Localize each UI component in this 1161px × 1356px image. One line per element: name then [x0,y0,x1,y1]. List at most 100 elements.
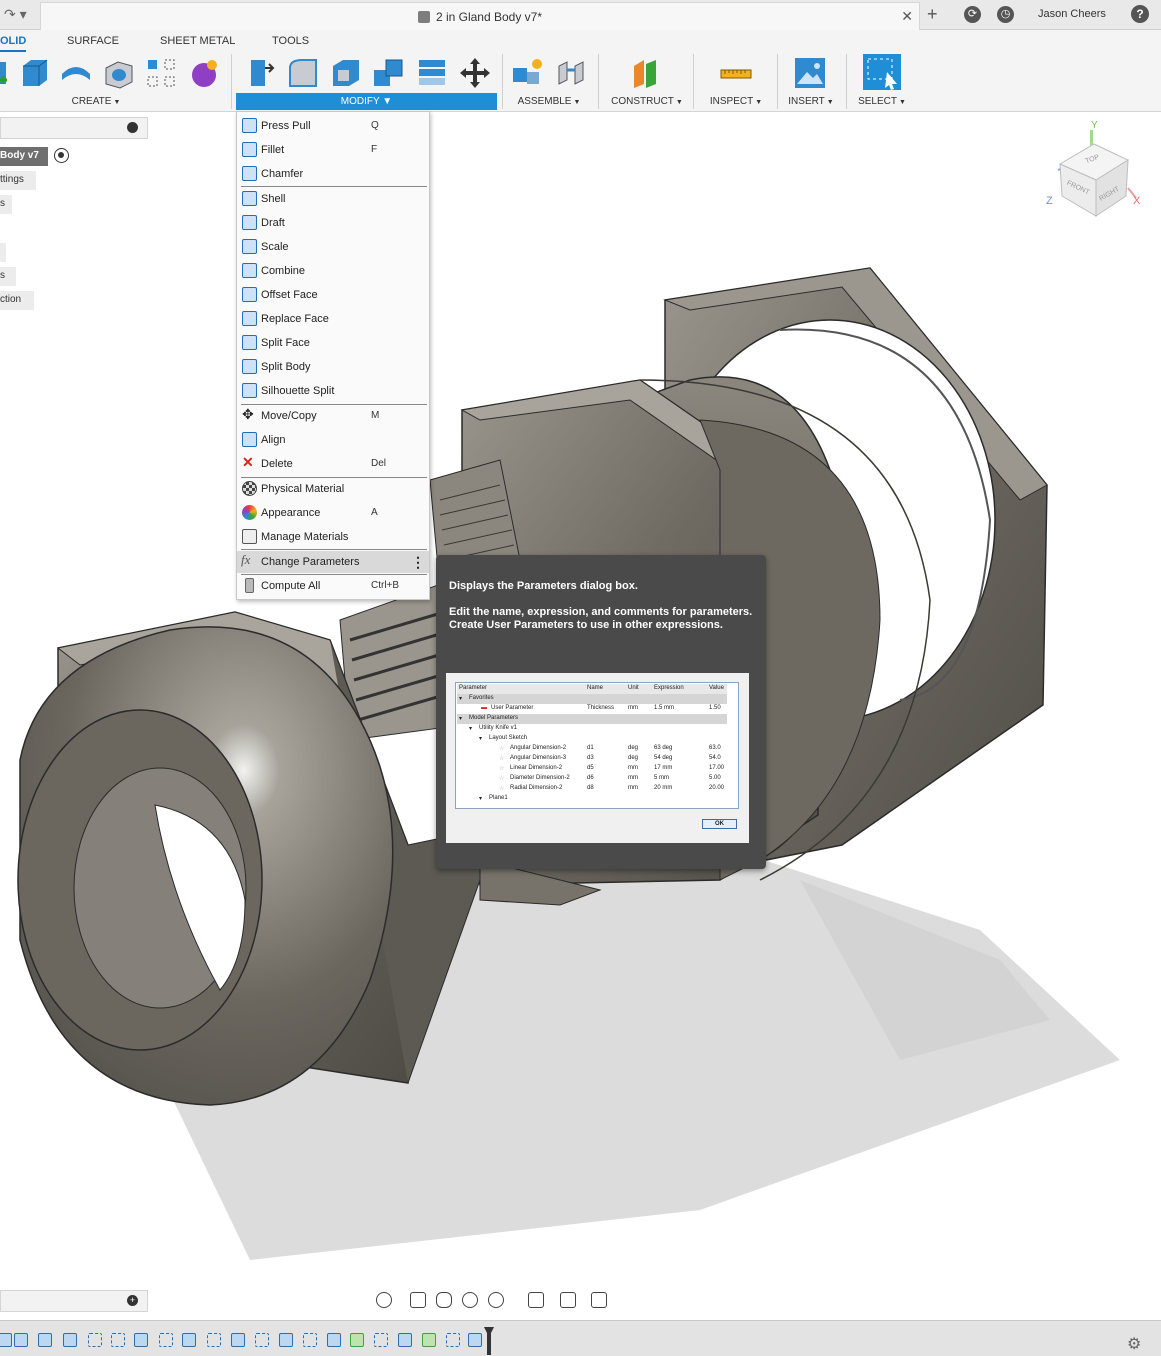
timeline-feature[interactable] [279,1333,293,1347]
timeline-feature[interactable] [255,1333,269,1347]
assemble-group-label[interactable]: ASSEMBLE ▼ [507,96,591,107]
timeline-feature[interactable] [231,1333,245,1347]
move-tool-icon[interactable] [458,56,492,90]
offset-face-tool-icon[interactable] [415,56,449,90]
menu-item-manage-materials[interactable]: Manage Materials [237,526,429,548]
add-comment-icon[interactable]: + [127,1295,138,1306]
view-cube[interactable]: Y Z X TOP FRONT RIGHT [1040,118,1150,228]
menu-item-draft[interactable]: Draft [237,212,429,234]
menu-item-change-parameters[interactable]: fx Change Parameters ⋮ [237,551,429,573]
combine-tool-icon[interactable] [372,56,406,90]
timeline-settings-gear-icon[interactable]: ⚙ [1127,1334,1141,1354]
menu-item-chamfer[interactable]: Chamfer [237,163,429,185]
select-group-label[interactable]: SELECT ▼ [852,96,912,107]
menu-item-fillet[interactable]: Fillet F [237,139,429,161]
timeline-feature[interactable] [374,1333,388,1347]
pan-hand-icon[interactable] [436,1292,452,1308]
timeline-feature[interactable] [134,1333,148,1347]
viewports-icon[interactable] [591,1292,607,1308]
menu-item-combine[interactable]: Combine [237,260,429,282]
redo-icon[interactable]: ↷ ▾ [4,6,27,23]
new-component-icon[interactable] [511,56,545,90]
menu-item-move-copy[interactable]: ✥ Move/Copy M [237,405,429,427]
insert-image-icon[interactable] [793,56,827,90]
tab-sheet-metal[interactable]: SHEET METAL [160,35,235,47]
timeline-feature[interactable] [14,1333,28,1347]
pattern-icon[interactable] [144,56,178,90]
insert-group-label[interactable]: INSERT ▼ [785,96,837,107]
timeline-feature[interactable] [468,1333,482,1347]
measure-icon[interactable] [719,56,753,90]
tab-tools[interactable]: TOOLS [272,35,309,47]
menu-item-appearance[interactable]: Appearance A [237,502,429,524]
menu-item-scale[interactable]: Scale [237,236,429,258]
timeline-feature[interactable] [303,1333,317,1347]
timeline-feature[interactable] [0,1333,12,1347]
browser-item-section[interactable]: ction [0,291,34,310]
shell-tool-icon[interactable] [329,56,363,90]
timeline-feature[interactable] [422,1333,436,1347]
timeline-feature[interactable] [398,1333,412,1347]
active-component-radio-icon[interactable] [54,148,69,163]
document-tab[interactable]: 2 in Gland Body v7* ✕ [40,2,920,30]
menu-item-press-pull[interactable]: Press Pull Q [237,115,429,137]
timeline-feature[interactable] [111,1333,125,1347]
browser-item[interactable] [0,243,6,262]
menu-item-silhouette-split[interactable]: Silhouette Split [237,380,429,402]
new-tab-icon[interactable]: + [927,4,938,25]
browser-item[interactable]: s [0,195,12,214]
extrude-icon[interactable] [17,56,51,90]
close-tab-icon[interactable]: ✕ [901,8,913,25]
timeline-feature[interactable] [207,1333,221,1347]
timeline-feature[interactable] [63,1333,77,1347]
timeline-feature[interactable] [88,1333,102,1347]
menu-item-compute-all[interactable]: Compute All Ctrl+B [237,575,429,597]
menu-item-align[interactable]: Align [237,429,429,451]
menu-item-replace-face[interactable]: Replace Face [237,308,429,330]
timeline-feature[interactable] [182,1333,196,1347]
joint-icon[interactable] [555,56,589,90]
hole-icon[interactable] [102,56,136,90]
notifications-icon[interactable]: ◷ [997,6,1014,23]
timeline-marker[interactable] [484,1327,494,1355]
orbit-icon[interactable] [376,1292,392,1308]
tab-surface[interactable]: SURFACE [67,35,119,47]
help-icon[interactable]: ? [1131,5,1149,23]
menu-item-shell[interactable]: Shell [237,188,429,210]
collapse-browser-icon[interactable] [127,122,138,133]
menu-item-physical-material[interactable]: Physical Material [237,478,429,500]
timeline-feature[interactable] [159,1333,173,1347]
offset-plane-icon[interactable] [630,56,664,90]
inspect-group-label[interactable]: INSPECT ▼ [702,96,770,107]
tab-solid[interactable]: OLID [0,35,27,52]
revolve-icon[interactable] [59,56,93,90]
menu-item-offset-face[interactable]: Offset Face [237,284,429,306]
browser-item[interactable]: s [0,267,16,286]
grid-settings-icon[interactable] [560,1292,576,1308]
comments-panel-header[interactable]: + [0,1290,148,1312]
user-name[interactable]: Jason Cheers [1038,8,1106,20]
create-group-label[interactable]: CREATE ▼ [56,96,136,107]
zoom-window-icon[interactable] [488,1292,504,1308]
browser-header[interactable] [0,117,148,139]
menu-item-split-face[interactable]: Split Face [237,332,429,354]
timeline-feature[interactable] [350,1333,364,1347]
create-form-icon[interactable] [187,56,221,90]
timeline-feature[interactable] [38,1333,52,1347]
display-settings-icon[interactable] [528,1292,544,1308]
browser-item-settings[interactable]: ttings [0,171,36,190]
more-options-icon[interactable]: ⋮ [411,554,425,571]
browser-item-root[interactable]: Body v7 [0,147,48,166]
menu-item-delete[interactable]: ✕ Delete Del [237,453,429,475]
zoom-icon[interactable] [462,1292,478,1308]
job-status-icon[interactable]: ⟳ [964,6,981,23]
timeline-feature[interactable] [327,1333,341,1347]
construct-group-label[interactable]: CONSTRUCT ▼ [605,96,689,107]
look-at-icon[interactable] [410,1292,426,1308]
select-tool-icon[interactable] [863,54,901,90]
menu-item-split-body[interactable]: Split Body [237,356,429,378]
timeline-feature[interactable] [446,1333,460,1347]
fillet-tool-icon[interactable] [286,56,320,90]
press-pull-tool-icon[interactable] [243,56,277,90]
modify-group-label[interactable]: MODIFY ▼ [236,96,497,107]
